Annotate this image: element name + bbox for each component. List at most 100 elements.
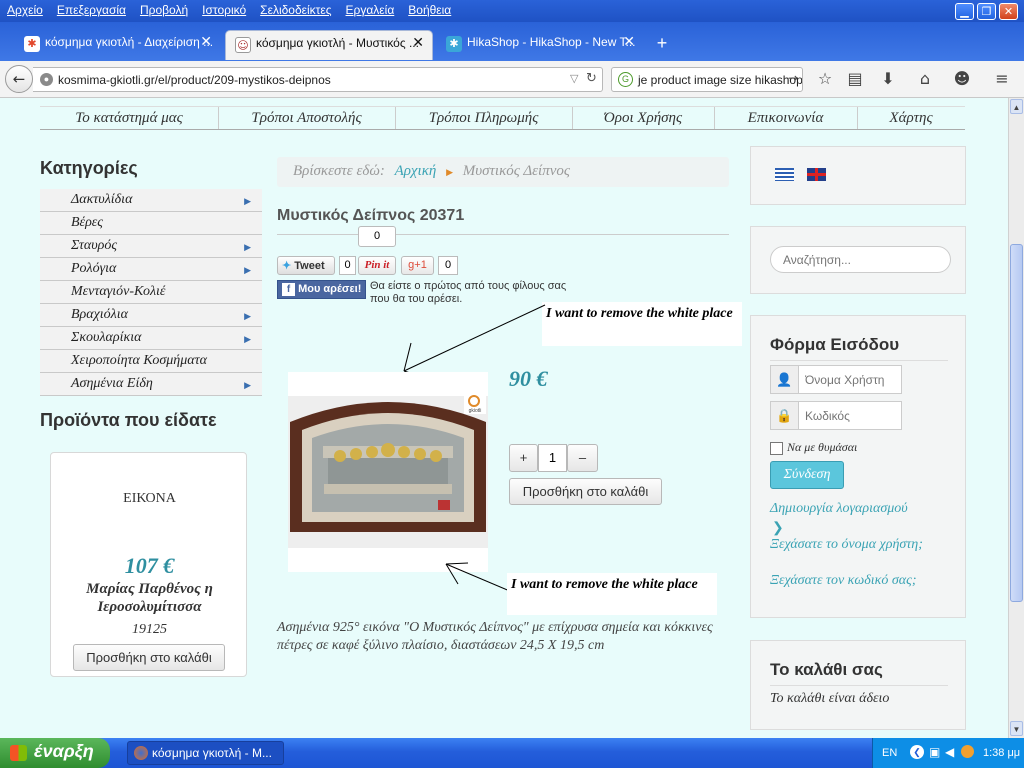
fb-like-button[interactable]: f Μου αρέσει! [277,280,366,299]
pin-count: 0 [358,226,396,247]
tweet-button[interactable]: ✦ Tweet [277,256,335,275]
site-search-input[interactable] [770,246,951,273]
search-go-icon[interactable]: → [788,71,798,85]
breadcrumb: Βρίσκεστε εδώ: Αρχική ▶ Μυστικός Δείπνος [277,157,729,187]
menu-item-6[interactable]: Βοήθεια [401,0,458,17]
scroll-up-icon[interactable]: ▲ [1010,99,1023,114]
pinit-button[interactable]: Pin it [358,256,396,275]
menu-item-5[interactable]: Εργαλεία [339,0,402,17]
start-label: έναρξη [34,741,94,761]
category-item[interactable]: Χειροποίητα Κοσμήματα [40,350,262,373]
category-item[interactable]: Βραχιόλια ▶ [40,304,262,327]
add-to-cart-button[interactable]: Προσθήκη στο καλάθι [509,478,662,505]
greek-flag-icon[interactable] [775,168,794,181]
tab-close-icon[interactable]: ✕ [200,34,212,50]
back-button[interactable]: ← [5,65,33,93]
viewed-product-image[interactable]: ΕΙΚΟΝΑ [51,491,248,507]
tab-label: HikaShop - HikaShop - New T... [467,35,636,49]
login-submit-button[interactable]: Σύνδεση [770,461,844,489]
password-input[interactable] [798,401,902,430]
create-account-link[interactable]: Δημιουργία λογαριασμού [770,500,950,518]
login-heading: Φόρμα Εισόδου [770,335,900,354]
tab-hikashop[interactable]: ✱ HikaShop - HikaShop - New T... ✕ [437,30,643,60]
search-bar[interactable]: G je product image size hikashop → [611,67,803,92]
product-image[interactable]: gkiotli [288,372,488,572]
category-item[interactable]: Σκουλαρίκια ▶ [40,327,262,350]
category-item[interactable]: Μενταγιόν-Κολιέ [40,281,262,304]
submenu-arrow-icon[interactable]: ▶ [244,242,251,253]
tab-close-icon[interactable]: ✕ [412,35,424,51]
tab-admin[interactable]: ✱ κόσμημα γκιοτλή - Διαχείριση ... ✕ [15,30,220,60]
nav-store[interactable]: Το κατάστημά μας [40,110,218,127]
nav-payment[interactable]: Τρόποι Πληρωμής [395,110,572,127]
maximize-button[interactable]: ❐ [977,3,996,20]
chat-icon[interactable]: ☻ [951,69,973,91]
reload-icon[interactable]: ↻ [586,71,597,86]
category-item[interactable]: Ρολόγια ▶ [40,258,262,281]
category-item[interactable]: Σταυρός ▶ [40,235,262,258]
nav-terms[interactable]: Όροι Χρήσης [572,110,714,127]
image-badge-text: gkiotli [469,408,482,414]
menu-item-3[interactable]: Ιστορικό [195,0,253,17]
start-button[interactable]: έναρξη [0,738,110,768]
home-icon[interactable]: ⌂ [914,69,936,91]
network-icon[interactable]: ▣ [929,745,940,759]
search-engine-icon[interactable]: G [618,72,633,87]
tray-app-icon[interactable] [961,745,974,758]
quantity-plus-button[interactable]: + [509,444,538,472]
breadcrumb-home[interactable]: Αρχική [395,163,437,179]
scrollbar-thumb[interactable] [1010,244,1023,602]
product-description: Ασημένια 925° εικόνα "Ο Μυστικός Δείπνος… [277,620,713,653]
viewed-add-to-cart-button[interactable]: Προσθήκη στο καλάθι [73,644,225,671]
submenu-arrow-icon[interactable]: ▶ [244,311,251,322]
nav-contact[interactable]: Επικοινωνία [714,110,857,127]
menu-item-4[interactable]: Σελιδοδείκτες [253,0,338,17]
close-window-button[interactable]: ✕ [999,3,1018,20]
menu-item-1[interactable]: Επεξεργασία [50,0,133,17]
url-bar[interactable]: ● kosmima-gkiotli.gr/el/product/209-myst… [33,67,603,92]
nav-shipping[interactable]: Τρόποι Αποστολής [218,110,395,127]
forgot-password-link[interactable]: Ξεχάσατε τον κωδικό σας; [770,572,950,590]
new-tab-button[interactable]: + [652,33,672,53]
download-icon[interactable]: ⬇ [877,69,899,91]
category-label: Ρολόγια [71,261,117,276]
remember-checkbox[interactable] [770,442,783,455]
menu-item-2[interactable]: Προβολή [133,0,195,17]
tab-label: κόσμημα γκιοτλή - Διαχείριση ... [45,35,214,49]
bookmark-star-icon[interactable]: ☆ [814,69,836,91]
uk-flag-icon[interactable] [807,168,826,181]
dropdown-arrow-icon[interactable]: ▽ [570,72,578,85]
viewed-product-name[interactable]: Μαρίας Παρθένος η Ιεροσολυμίτισσα [61,580,238,616]
quantity-input[interactable]: 1 [538,444,567,472]
scroll-down-icon[interactable]: ▼ [1010,721,1023,736]
menu-item-0[interactable]: Αρχείο [0,0,50,17]
submenu-arrow-icon[interactable]: ▶ [244,265,251,276]
twitter-bird-icon: ✦ [282,260,292,272]
nav-map[interactable]: Χάρτης [857,110,965,127]
username-input[interactable] [798,365,902,394]
viewed-product-code: 19125 [132,622,167,637]
cart-panel: Το καλάθι σας Το καλάθι είναι άδειο [750,640,966,730]
tray-expand-icon[interactable]: ❮ [910,745,924,759]
volume-icon[interactable]: ◀ [945,745,954,759]
tab-close-icon[interactable]: ✕ [623,34,635,50]
submenu-arrow-icon[interactable]: ▶ [244,334,251,345]
tab-product[interactable]: ☺ κόσμημα γκιοτλή - Μυστικός ... ✕ [225,30,433,60]
site-favicon: ☺ [235,37,251,53]
menu-icon[interactable]: ≡ [991,69,1013,91]
category-item[interactable]: Δακτυλίδια ▶ [40,189,262,212]
language-indicator[interactable]: EN [882,747,897,759]
minimize-button[interactable]: ▁ [955,3,974,20]
menu-bar: Αρχείο Επεξεργασία Προβολή Ιστορικό Σελιδοδε… [0,0,1024,22]
page-scrollbar[interactable]: ▲ ▼ [1008,98,1024,738]
submenu-arrow-icon[interactable]: ▶ [244,380,251,391]
reading-list-icon[interactable]: ▤ [844,69,866,91]
taskbar-firefox-item[interactable]: κόσμημα γκιοτλή - Μ... [127,741,284,765]
submenu-arrow-icon[interactable]: ▶ [244,196,251,207]
gplus-button[interactable]: g+1 [401,256,434,275]
category-item[interactable]: Ασημένια Είδη ▶ [40,373,262,396]
forgot-username-link[interactable]: Ξεχάσατε το όνομα χρήστη; [770,536,950,554]
search-text: je product image size hikashop [638,73,803,87]
category-item[interactable]: Βέρες [40,212,262,235]
quantity-minus-button[interactable]: – [567,444,598,472]
